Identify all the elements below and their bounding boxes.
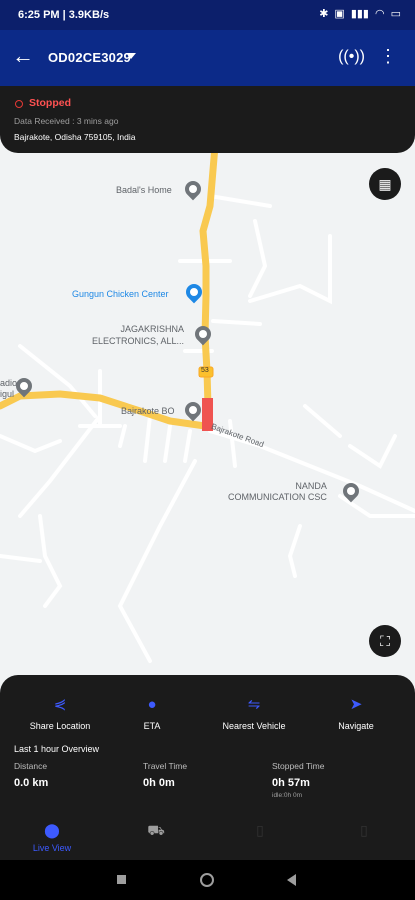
broadcast-icon[interactable]: ((•)) <box>338 48 365 66</box>
map-view[interactable]: 53 Bajrakote Road Badal's Home Gungun Ch… <box>0 86 415 686</box>
recents-button[interactable] <box>117 875 126 884</box>
overview-title: Last 1 hour Overview <box>14 744 100 754</box>
vehicle-info-card: Stopped Data Received : 3 mins ago Bajra… <box>0 86 415 153</box>
travel-time-label: Travel Time <box>143 761 188 771</box>
clock-icon: ● <box>147 696 157 713</box>
battery-icon: ▭ <box>390 8 401 20</box>
map-roads <box>0 142 415 663</box>
status-bar: 6:25 PM | 3.9KB/s ✱ ▣ ▮▮▮ ◠ ▭ <box>0 0 415 30</box>
travel-time-value: 0h 0m <box>143 777 175 789</box>
app-bar: ← OD02CE3029 ((•)) ⋮ <box>0 30 415 86</box>
status-dot-icon <box>15 100 23 108</box>
fullscreen-button[interactable]: ⛶ <box>369 625 401 657</box>
back-arrow-icon[interactable]: ← <box>12 45 34 67</box>
nearest-vehicle-button[interactable]: ⇋ Nearest Vehicle <box>202 696 306 732</box>
document-icon: ▯ <box>256 822 264 838</box>
navigation-icon: ➤ <box>349 696 363 713</box>
vehicles-icon: ⇋ <box>247 696 261 713</box>
bluetooth-icon: ✱ <box>319 8 329 20</box>
place-jagakrishna[interactable]: JAGAKRISHNA ELECTRONICS, ALL... <box>92 323 184 347</box>
bottom-sheet: ⋞ Share Location ● ETA ⇋ Nearest Vehicle… <box>0 675 415 860</box>
truck-icon: ⛟ <box>147 822 165 838</box>
action-label: Navigate <box>338 721 374 731</box>
idle-time-text: idle:0h 0m <box>272 792 302 799</box>
location-pin-icon: ⬤ <box>44 822 60 838</box>
vehicle-address: Bajrakote, Odisha 759105, India <box>14 132 136 142</box>
report-icon: ▯ <box>360 822 368 838</box>
tab-history[interactable]: ▯ <box>208 823 312 837</box>
road-number-label: 53 <box>201 367 209 374</box>
more-vert-icon[interactable]: ⋮ <box>379 47 397 65</box>
tab-live-view[interactable]: ⬤ Live View <box>0 823 104 853</box>
back-button[interactable] <box>287 874 296 886</box>
distance-label: Distance <box>14 761 48 771</box>
place-radio[interactable]: adio igul <box>0 378 17 400</box>
signal-bars-icon: ▮▮▮ <box>350 8 369 20</box>
tab-reports[interactable]: ▯ <box>312 823 415 837</box>
place-nanda-communication[interactable]: NANDA COMMUNICATION CSC <box>228 481 327 503</box>
place-badals-home[interactable]: Badal's Home <box>116 185 172 195</box>
stopped-time-value: 0h 57m <box>272 777 310 789</box>
stopped-time-label: Stopped Time <box>272 761 325 771</box>
chevron-down-icon[interactable] <box>126 53 136 59</box>
vehicle-selector[interactable]: OD02CE3029 <box>48 50 131 65</box>
place-gungun-chicken[interactable]: Gungun Chicken Center <box>72 289 169 299</box>
status-icons: ✱ ▣ ▮▮▮ ◠ ▭ <box>319 7 401 20</box>
tab-vehicle[interactable]: ⛟ <box>104 823 208 837</box>
network-icon: ▣ <box>334 8 345 20</box>
tab-label: Live View <box>32 843 72 853</box>
distance-value: 0.0 km <box>14 777 49 789</box>
navigate-button[interactable]: ➤ Navigate <box>304 696 408 732</box>
data-received-text: Data Received : 3 mins ago <box>14 116 119 126</box>
vehicle-status: Stopped <box>29 97 71 109</box>
place-bajrakote-bo[interactable]: Bajrakote BO <box>121 406 175 416</box>
map-layers-button[interactable]: ▦ <box>369 168 401 200</box>
share-icon: ⋞ <box>53 696 67 713</box>
wifi-icon: ◠ <box>374 8 385 20</box>
travel-time-stat: Travel Time 0h 0m <box>143 761 187 789</box>
status-time-speed: 6:25 PM | 3.9KB/s <box>18 9 110 21</box>
action-label: Share Location <box>29 721 91 731</box>
system-nav-bar <box>0 860 415 900</box>
distance-stat: Distance 0.0 km <box>14 761 48 789</box>
eta-button[interactable]: ● ETA <box>100 696 204 732</box>
stopped-time-stat: Stopped Time 0h 57m idle:0h 0m <box>272 761 324 799</box>
share-location-button[interactable]: ⋞ Share Location <box>8 696 112 732</box>
home-button[interactable] <box>200 873 214 887</box>
action-label: Nearest Vehicle <box>222 721 286 731</box>
action-label: ETA <box>143 721 161 731</box>
